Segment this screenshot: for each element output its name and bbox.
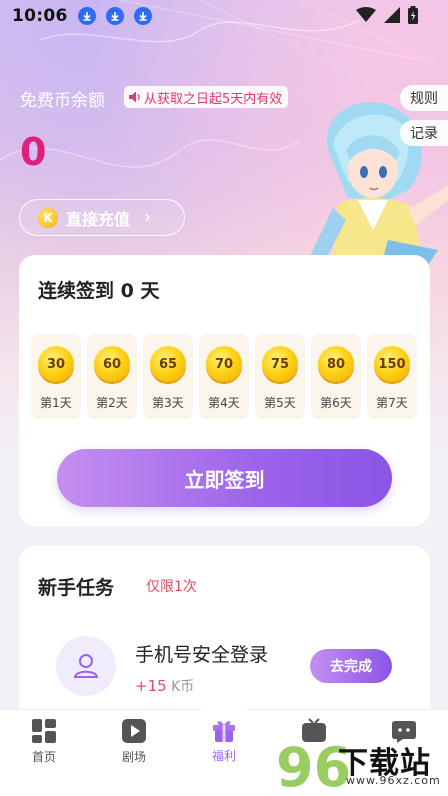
validity-tag: 从获取之日起5天内有效: [124, 86, 289, 108]
status-indicators: [356, 6, 418, 24]
day-cell: 65 第3天: [143, 334, 193, 419]
reward-coin: 65: [150, 346, 186, 382]
reward-coin: 80: [318, 346, 354, 382]
task-reward-unit: K币: [166, 679, 195, 695]
download-icon: [133, 7, 152, 25]
reward-coin: 150: [374, 346, 410, 382]
download-icon: [105, 7, 124, 25]
tab-welfare[interactable]: 福利: [194, 709, 254, 779]
day-cell: 80 第6天: [311, 334, 361, 419]
day-cell: 30 第1天: [31, 334, 81, 419]
task-reward-amount: 15: [147, 677, 167, 695]
signin-button[interactable]: 立即签到: [57, 449, 392, 507]
day-label: 第2天: [96, 396, 128, 410]
status-bar: 10:06: [0, 0, 448, 32]
speaker-icon: [129, 91, 140, 103]
user-icon: [56, 636, 116, 696]
task-complete-button[interactable]: 去完成: [310, 649, 392, 683]
signal-icon: [384, 7, 400, 23]
task-name: 手机号安全登录: [135, 644, 269, 666]
signin-days: 30 第1天 60 第2天 65 第3天 70 第4天 75 第5天 80 第6…: [31, 334, 417, 419]
balance-value: 0: [20, 130, 47, 174]
gift-icon: [211, 717, 237, 743]
home-grid-icon: [31, 718, 57, 744]
task-limit-tag: 仅限1次: [146, 579, 197, 595]
day-cell: 75 第5天: [255, 334, 305, 419]
day-cell: 70 第4天: [199, 334, 249, 419]
chevron-right-icon: ›: [144, 207, 152, 228]
record-button[interactable]: 记录: [400, 120, 448, 146]
day-label: 第7天: [376, 396, 408, 410]
recharge-button[interactable]: K 直接充值 ›: [19, 199, 185, 236]
task-reward-prefix: +: [135, 677, 148, 695]
validity-text: 从获取之日起5天内有效: [144, 91, 283, 107]
day-label: 第6天: [320, 396, 352, 410]
task-section-title: 新手任务: [38, 577, 115, 599]
day-cell: 60 第2天: [87, 334, 137, 419]
day-label: 第1天: [40, 396, 72, 410]
tab-home[interactable]: 首页: [14, 710, 74, 780]
recharge-label: 直接充值: [66, 209, 131, 229]
status-time: 10:06: [12, 6, 68, 26]
tab-label: 剧场: [121, 750, 146, 764]
watermark-url: www.96xz.com: [346, 774, 441, 787]
reward-coin: 70: [206, 346, 242, 382]
day-label: 第5天: [264, 396, 296, 410]
task-reward: +15 K币: [135, 676, 194, 696]
tab-label: 福利: [211, 749, 236, 763]
battery-charging-icon: [408, 6, 418, 24]
k-coin-icon: K: [38, 207, 58, 228]
signin-title: 连续签到 0 天: [38, 280, 160, 302]
day-cell: 150 第7天: [367, 334, 417, 419]
reward-coin: 30: [38, 346, 74, 382]
rules-button[interactable]: 规则: [400, 85, 448, 111]
signin-card: 连续签到 0 天 30 第1天 60 第2天 65 第3天 70 第4天 75 …: [19, 255, 430, 526]
wifi-icon: [356, 7, 376, 22]
balance-label: 免费币余额: [20, 91, 105, 111]
day-label: 第3天: [152, 396, 184, 410]
download-icon: [77, 7, 96, 25]
tab-label: 首页: [31, 750, 56, 764]
day-label: 第4天: [208, 396, 240, 410]
tab-theater[interactable]: 剧场: [104, 710, 164, 780]
reward-coin: 60: [94, 346, 130, 382]
reward-coin: 75: [262, 346, 298, 382]
play-icon: [121, 718, 147, 744]
